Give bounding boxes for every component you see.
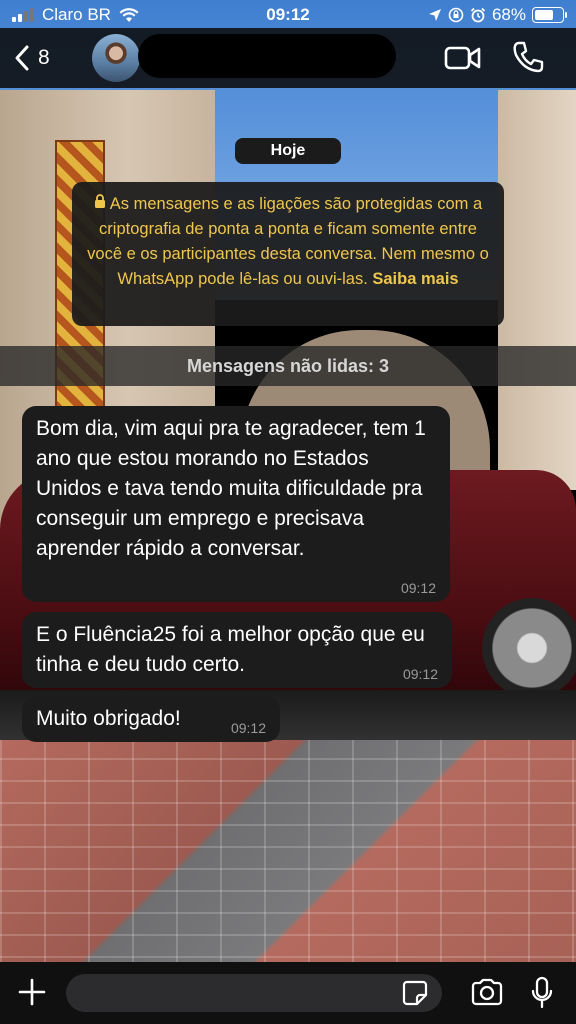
- message-text: Muito obrigado!: [36, 707, 181, 730]
- message-input[interactable]: [66, 974, 442, 1012]
- battery-icon: [532, 7, 567, 23]
- battery-percentage: 68%: [491, 5, 526, 24]
- date-separator: Hoje: [235, 138, 341, 164]
- battery-level-fill: [535, 10, 553, 20]
- screen-lock-rotation-icon: [448, 7, 464, 23]
- wallpaper-wheel: [482, 598, 576, 698]
- lock-icon: [94, 192, 106, 217]
- plus-icon[interactable]: [16, 976, 48, 1008]
- message-bubble[interactable]: Bom dia, vim aqui pra te agradecer, tem …: [22, 406, 450, 602]
- encryption-notice[interactable]: As mensagens e as ligações são protegida…: [72, 182, 504, 326]
- microphone-icon[interactable]: [530, 976, 554, 1010]
- status-right: 68%: [428, 5, 567, 25]
- message-bubble[interactable]: E o Fluência25 foi a melhor opção que eu…: [22, 612, 452, 688]
- video-call-button[interactable]: [444, 44, 482, 72]
- message-text: E o Fluência25 foi a melhor opção que eu…: [36, 623, 425, 676]
- location-arrow-icon: [428, 9, 441, 21]
- wallpaper-building-right: [498, 90, 576, 490]
- sticker-icon[interactable]: [402, 980, 428, 1006]
- message-time: 09:12: [400, 580, 436, 596]
- message-bubble[interactable]: Muito obrigado! 09:12: [22, 696, 280, 742]
- unread-messages-banner: Mensagens não lidas: 3: [0, 346, 576, 386]
- camera-icon[interactable]: [470, 978, 504, 1006]
- message-time: 09:12: [230, 720, 266, 736]
- voice-call-button[interactable]: [512, 40, 544, 74]
- learn-more-link[interactable]: Saiba mais: [372, 270, 458, 288]
- alarm-icon: [470, 7, 486, 23]
- contact-name-redaction[interactable]: [138, 34, 396, 78]
- chat-header: 8 online: [0, 28, 576, 88]
- avatar[interactable]: [92, 34, 140, 82]
- status-bar: Claro BR 09:12 68%: [0, 0, 576, 30]
- chevron-left-icon: [15, 45, 29, 71]
- message-time: 09:12: [402, 666, 438, 682]
- unread-chats-count: 8: [38, 46, 50, 69]
- back-button[interactable]: 8: [14, 40, 50, 76]
- message-text: Bom dia, vim aqui pra te agradecer, tem …: [36, 417, 426, 560]
- message-input-bar: [0, 962, 576, 1024]
